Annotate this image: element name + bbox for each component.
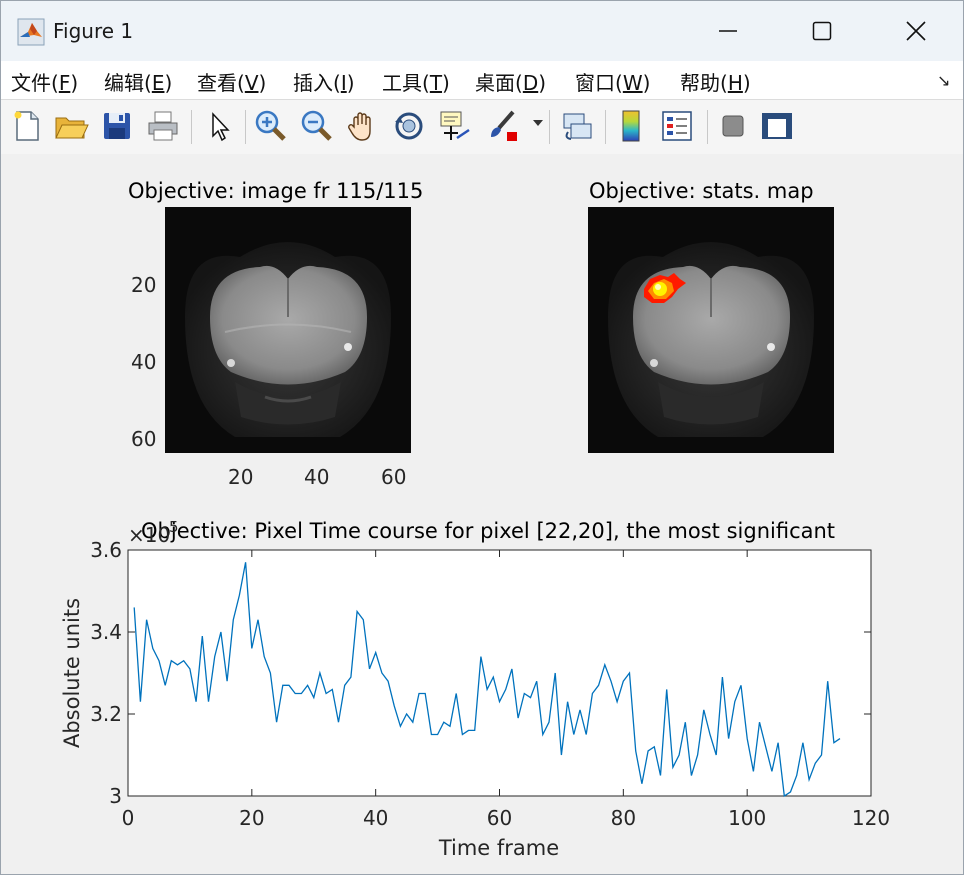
x-tick-label: 20 xyxy=(239,806,264,830)
minimize-icon xyxy=(719,30,737,32)
hide-plot-tools-icon[interactable] xyxy=(715,108,751,144)
menu-tools-label: 工具( xyxy=(382,71,430,95)
link-plot-icon[interactable] xyxy=(559,108,595,144)
save-icon[interactable] xyxy=(99,108,135,144)
pointer-icon[interactable] xyxy=(201,108,237,144)
y-exponent-power: 5 xyxy=(169,518,179,536)
menu-tools-key: T xyxy=(429,71,443,95)
menu-help[interactable]: 帮助(H) xyxy=(680,67,751,96)
y-tick-label: 3 xyxy=(109,784,122,808)
menu-insert-label: 插入( xyxy=(293,71,341,95)
rotate-3d-icon[interactable] xyxy=(391,108,427,144)
menu-help-key: H xyxy=(727,71,743,95)
menu-tools[interactable]: 工具(T) xyxy=(382,67,450,96)
colorbar-icon[interactable] xyxy=(613,108,649,144)
menu-file[interactable]: 文件(F) xyxy=(11,67,78,96)
menu-edit-key: E xyxy=(151,71,165,95)
menu-insert-key: I xyxy=(340,71,347,95)
menu-edit[interactable]: 编辑(E) xyxy=(104,67,172,96)
x-tick-label: 80 xyxy=(611,806,636,830)
menu-bar: 文件(F) 编辑(E) 查看(V) 插入(I) 工具(T) 桌面(D) 窗口(W… xyxy=(1,61,963,99)
figure-window: Figure 1 文件(F) 编辑(E) 查看(V) 插入(I) 工具(T) 桌… xyxy=(0,0,964,875)
y-exponent-label: ×10 xyxy=(128,523,170,547)
toolbar-separator xyxy=(245,110,246,144)
menu-window[interactable]: 窗口(W) xyxy=(575,67,650,96)
menu-help-label: 帮助( xyxy=(680,71,728,95)
matlab-logo-icon xyxy=(17,18,45,46)
data-cursor-icon[interactable] xyxy=(437,108,473,144)
pan-hand-icon[interactable] xyxy=(345,108,381,144)
menu-desktop[interactable]: 桌面(D) xyxy=(475,67,546,96)
brush-icon[interactable] xyxy=(485,108,521,144)
toolbar xyxy=(1,99,963,155)
toolbar-separator xyxy=(707,110,708,144)
brush-dropdown-arrow-icon[interactable] xyxy=(533,120,543,126)
maximize-button[interactable] xyxy=(787,9,857,53)
legend-icon[interactable] xyxy=(659,108,695,144)
time-course-plot[interactable]: ×10 5 0 20 40 60 80 100 120 3 3.2 3.4 3.6 Time fra… xyxy=(1,154,963,874)
close-button[interactable] xyxy=(881,9,951,53)
print-icon[interactable] xyxy=(145,108,181,144)
window-title: Figure 1 xyxy=(53,19,134,43)
zoom-out-icon[interactable] xyxy=(299,108,335,144)
open-file-icon[interactable] xyxy=(53,108,89,144)
show-plot-tools-icon[interactable] xyxy=(759,108,795,144)
minimize-button[interactable] xyxy=(693,9,763,53)
title-bar: Figure 1 xyxy=(1,1,963,61)
close-icon xyxy=(906,21,926,41)
y-tick-label: 3.6 xyxy=(90,538,122,562)
plot-area xyxy=(127,549,872,797)
x-tick-label: 120 xyxy=(852,806,890,830)
menu-window-key: W xyxy=(622,71,643,95)
toolbar-separator xyxy=(605,110,606,144)
menu-view-label: 查看( xyxy=(197,71,245,95)
x-tick-label: 100 xyxy=(728,806,766,830)
zoom-in-icon[interactable] xyxy=(253,108,289,144)
y-tick-label: 3.2 xyxy=(90,702,122,726)
y-tick-label: 3.4 xyxy=(90,620,122,644)
menu-desktop-key: D xyxy=(522,71,539,95)
menu-view-key: V xyxy=(244,71,259,95)
x-axis-label: Time frame xyxy=(438,836,559,860)
maximize-icon xyxy=(812,21,832,41)
new-figure-icon[interactable] xyxy=(9,108,45,144)
y-axis-label: Absolute units xyxy=(60,598,84,748)
undock-arrow-icon[interactable]: ↘ xyxy=(937,71,950,90)
menu-file-key: F xyxy=(58,71,71,95)
x-tick-label: 60 xyxy=(487,806,512,830)
menu-insert[interactable]: 插入(I) xyxy=(293,67,355,96)
x-tick-label: 0 xyxy=(122,806,135,830)
menu-file-label: 文件( xyxy=(11,71,59,95)
toolbar-separator xyxy=(549,110,550,144)
figure-canvas: Objective: image fr 115/115 20 40 60 20 … xyxy=(1,154,963,874)
menu-window-label: 窗口( xyxy=(575,71,623,95)
toolbar-separator xyxy=(191,110,192,144)
menu-view[interactable]: 查看(V) xyxy=(197,67,266,96)
x-tick-label: 40 xyxy=(363,806,388,830)
menu-desktop-label: 桌面( xyxy=(475,71,523,95)
menu-edit-label: 编辑( xyxy=(104,71,152,95)
